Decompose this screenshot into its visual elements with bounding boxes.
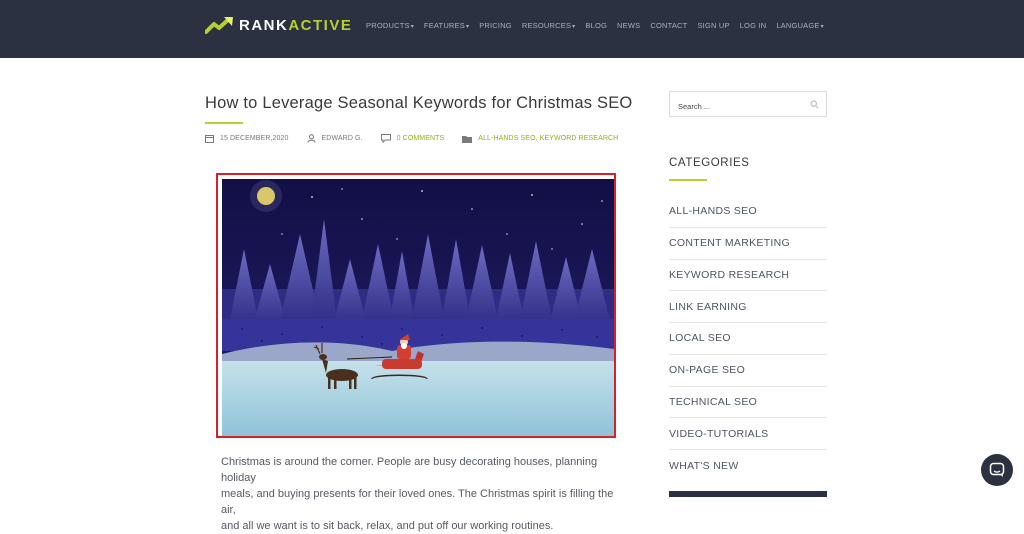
article-featured-image [216,173,616,438]
nav-item-language[interactable]: LANGUAGE▾ [776,21,824,30]
logo-text: RANKACTIVE [239,17,352,34]
meta-comments: 0 COMMENTS [380,134,445,143]
comment-icon [380,134,391,143]
title-divider [205,122,243,124]
calendar-icon [205,135,214,143]
category-link-video-tutorials[interactable]: VIDEO-TUTORIALS [669,418,827,450]
nav-item-label: RESOURCES [521,21,572,30]
christmas-sleigh-illustration [222,179,614,436]
nav-item-label: SIGN UP [697,21,730,30]
nav-item-label: BLOG [585,21,608,30]
category-link-link-earning[interactable]: LINK EARNING [669,291,827,323]
nav-item-label: CONTACT [650,21,688,30]
nav-item-products[interactable]: PRODUCTS▾ [366,21,414,30]
nav-item-contact[interactable]: CONTACT [650,21,687,30]
sidebar-search [669,91,827,117]
search-input[interactable] [676,98,800,114]
paragraph-line: and all we want is to sit back, relax, a… [221,520,554,532]
meta-date: 15 DECEMBER,2020 [205,134,289,143]
category-link-technical-seo[interactable]: TECHNICAL SEO [669,387,827,419]
category-link-all-hands-seo[interactable]: ALL-HANDS SEO [669,196,827,228]
logo-text-rank: RANK [239,16,289,34]
chat-launcher-button[interactable] [981,454,1013,486]
chat-icon [989,462,1005,477]
chevron-down-icon: ▾ [820,24,824,30]
category-link-content-marketing[interactable]: CONTENT MARKETING [669,228,827,260]
logo-text-active: ACTIVE [288,16,353,34]
nav-item-label: PRODUCTS [366,21,410,30]
article-intro-paragraph: Christmas is around the corner. People a… [221,454,621,534]
nav-item-label: PRICING [479,21,512,30]
site-header: RANKACTIVE PRODUCTS▾ FEATURES▾ PRICING R… [0,0,1024,58]
nav-item-sign-up[interactable]: SIGN UP [697,21,729,30]
meta-date-text: 15 DECEMBER,2020 [220,135,289,142]
rankactive-arrow-logo-icon [205,17,233,34]
sidebar-widget-banner [669,491,827,497]
main-nav: PRODUCTS▾ FEATURES▾ PRICING RESOURCES▾ B… [366,21,824,30]
nav-item-label: LOG IN [739,21,767,30]
nav-item-features[interactable]: FEATURES▾ [424,21,469,30]
categories-divider [669,179,707,181]
search-icon[interactable] [810,100,819,109]
category-link-keyword-research[interactable]: KEYWORD RESEARCH [669,260,827,292]
category-link-whats-new[interactable]: WHAT'S NEW [669,450,827,482]
article-title: How to Leverage Seasonal Keywords for Ch… [205,94,633,112]
nav-item-label: NEWS [617,21,641,30]
paragraph-line: meals, and buying presents for their lov… [221,488,614,516]
categories-heading: CATEGORIES [669,157,750,169]
nav-item-resources[interactable]: RESOURCES▾ [522,21,576,30]
chevron-down-icon: ▾ [410,24,414,30]
article-meta: 15 DECEMBER,2020 EDWARD G. 0 COMMENTS AL… [205,134,636,143]
paragraph-line: Christmas is around the corner. People a… [221,456,598,484]
site-logo[interactable]: RANKACTIVE [205,13,352,37]
meta-comments-link[interactable]: 0 COMMENTS [397,135,445,142]
nav-item-label: FEATURES [423,21,465,30]
meta-categories-link[interactable]: ALL-HANDS SEO, KEYWORD RESEARCH [478,135,618,142]
meta-author-text[interactable]: EDWARD G. [322,135,363,142]
chevron-down-icon: ▾ [465,24,470,30]
nav-item-news[interactable]: NEWS [617,21,640,30]
folder-icon [462,135,473,143]
meta-author: EDWARD G. [306,134,363,143]
nav-item-log-in[interactable]: LOG IN [740,21,767,30]
chevron-down-icon: ▾ [572,24,576,30]
categories-list: ALL-HANDS SEO CONTENT MARKETING KEYWORD … [669,196,827,482]
user-icon [306,134,316,143]
nav-item-blog[interactable]: BLOG [585,21,607,30]
category-link-local-seo[interactable]: LOCAL SEO [669,323,827,355]
meta-categories: ALL-HANDS SEO, KEYWORD RESEARCH [462,135,618,143]
nav-item-pricing[interactable]: PRICING [479,21,512,30]
nav-item-label: LANGUAGE [776,21,820,30]
category-link-on-page-seo[interactable]: ON-PAGE SEO [669,355,827,387]
